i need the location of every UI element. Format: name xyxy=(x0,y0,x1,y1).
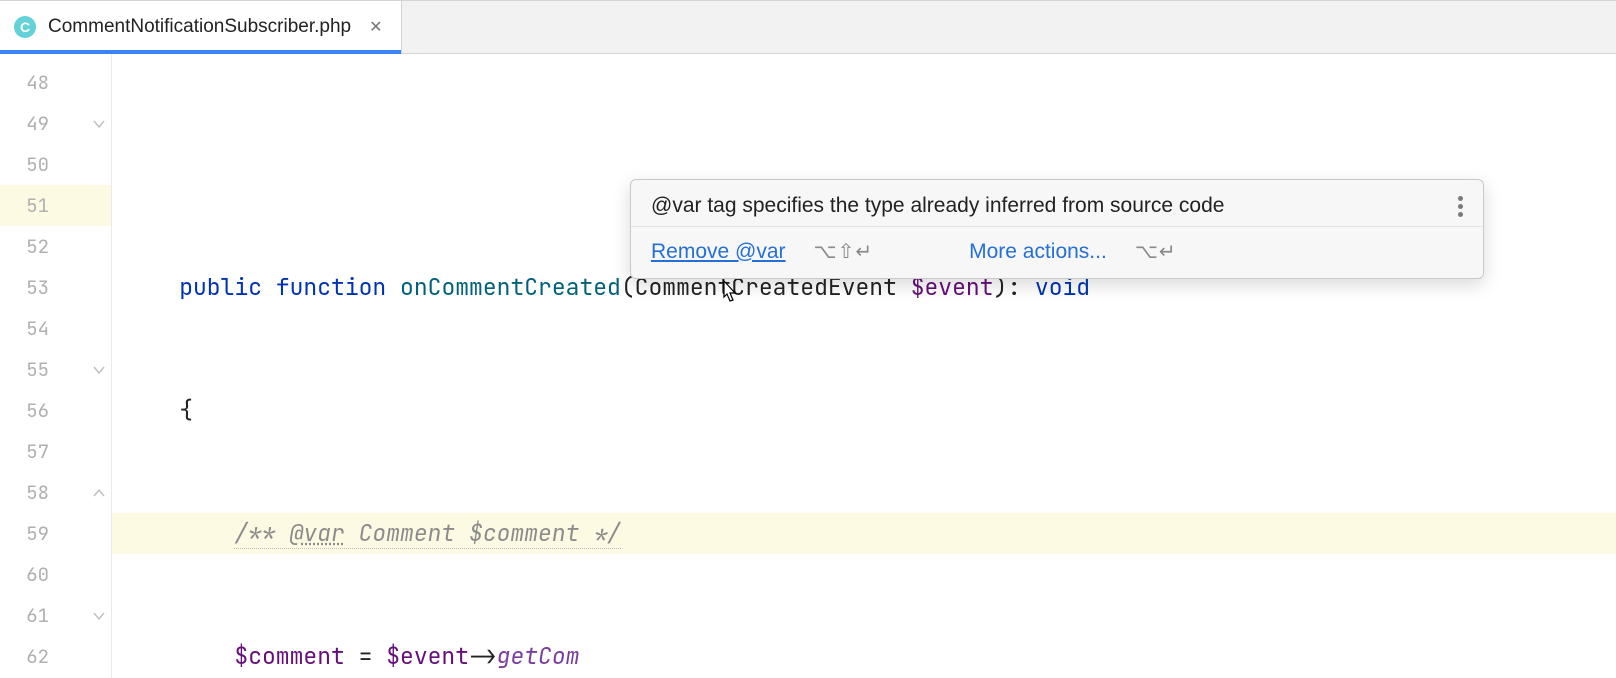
editor-area: 48 49 50 51 52 53 54 55 56 57 58 59 60 6… xyxy=(0,54,1616,678)
more-options-icon[interactable] xyxy=(1458,196,1463,217)
inspection-tooltip: @var tag specifies the type already infe… xyxy=(630,179,1484,279)
tab-bar: C CommentNotificationSubscriber.php ✕ xyxy=(0,1,1616,54)
fold-open-icon[interactable] xyxy=(91,362,107,378)
fold-close-icon[interactable] xyxy=(91,485,107,501)
line-number: 48 xyxy=(0,62,111,103)
line-number: 62 xyxy=(0,636,111,677)
line-number: 61 xyxy=(0,595,111,636)
fold-open-icon[interactable] xyxy=(91,116,107,132)
line-number: 60 xyxy=(0,554,111,595)
line-number: 58 xyxy=(0,472,111,513)
tab-filename: CommentNotificationSubscriber.php xyxy=(48,16,351,38)
quick-fix-remove-var[interactable]: Remove @var xyxy=(651,240,786,264)
line-number: 57 xyxy=(0,431,111,472)
file-type-icon: C xyxy=(14,16,36,38)
line-number: 51 xyxy=(0,185,111,226)
close-tab-icon[interactable]: ✕ xyxy=(369,17,382,37)
fold-open-icon[interactable] xyxy=(91,608,107,624)
more-actions-link[interactable]: More actions... xyxy=(969,240,1107,264)
code-area[interactable]: public function onCommentCreated(Comment… xyxy=(112,54,1616,678)
line-number: 56 xyxy=(0,390,111,431)
line-number: 53 xyxy=(0,267,111,308)
line-number: 55 xyxy=(0,349,111,390)
shortcut-hint: ⌥↵ xyxy=(1135,239,1177,264)
ide-window: C CommentNotificationSubscriber.php ✕ 48… xyxy=(0,0,1616,678)
inspection-message: @var tag specifies the type already infe… xyxy=(651,194,1224,218)
editor-tab[interactable]: C CommentNotificationSubscriber.php ✕ xyxy=(0,1,402,53)
line-number: 54 xyxy=(0,308,111,349)
code-line: { xyxy=(112,390,1616,431)
shortcut-hint: ⌥⇧↵ xyxy=(814,239,874,264)
line-number: 59 xyxy=(0,513,111,554)
line-number-gutter: 48 49 50 51 52 53 54 55 56 57 58 59 60 6… xyxy=(0,54,112,678)
line-number: 49 xyxy=(0,103,111,144)
line-number: 50 xyxy=(0,144,111,185)
line-number: 52 xyxy=(0,226,111,267)
code-line: $comment = $event->getCom xyxy=(112,636,1616,677)
code-line-highlighted: /** @var Comment $comment */ xyxy=(112,513,1616,554)
